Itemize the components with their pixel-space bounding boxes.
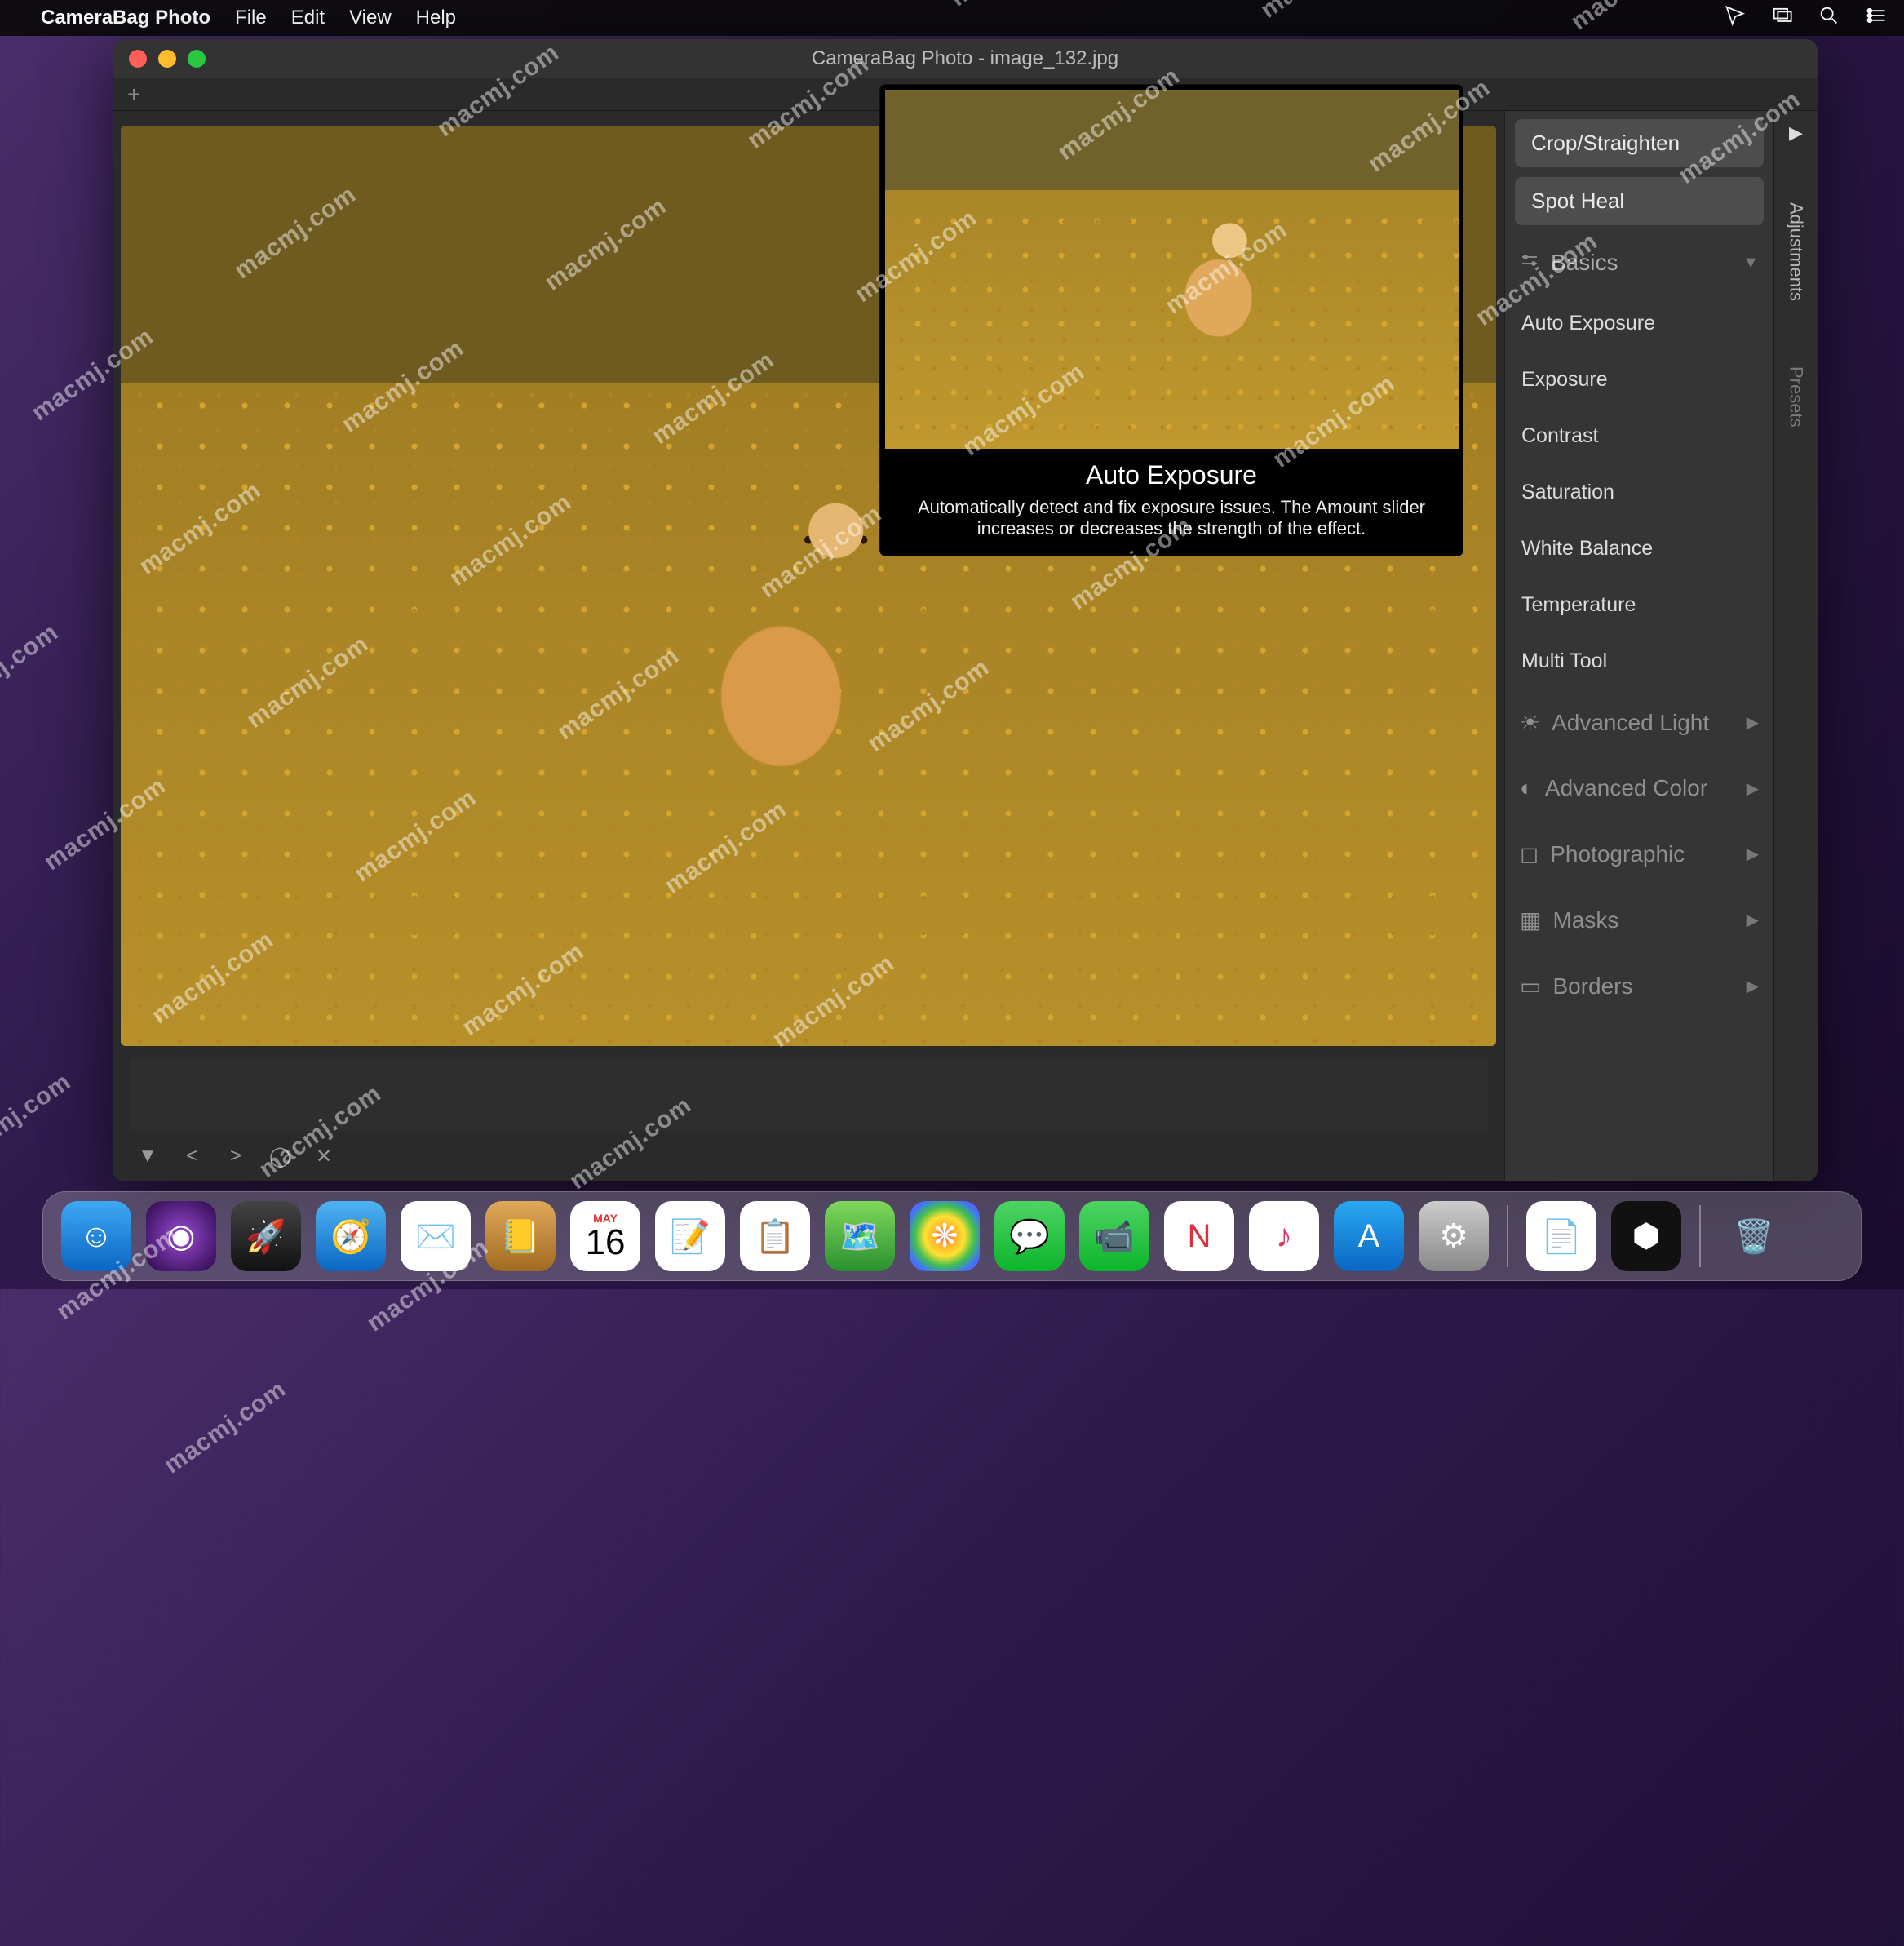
adjustment-saturation[interactable]: Saturation: [1515, 469, 1764, 516]
macos-dock: ☺ ◉ 🚀 🧭 ✉️ 📒 MAY 16 📝 📋 🗺️ ❋ 💬 📹 N ♪ A ⚙…: [42, 1191, 1862, 1281]
dock-music-icon[interactable]: ♪: [1249, 1201, 1319, 1271]
next-button[interactable]: >: [225, 1145, 246, 1168]
dock-maps-icon[interactable]: 🗺️: [825, 1201, 895, 1271]
calendar-day: 16: [586, 1225, 626, 1261]
collapse-panel-icon[interactable]: ▶: [1789, 122, 1803, 144]
dock-messages-icon[interactable]: 💬: [994, 1201, 1065, 1271]
dock-photos-icon[interactable]: ❋: [910, 1201, 980, 1271]
section-advanced-color-label: Advanced Color: [1545, 775, 1707, 801]
menu-edit[interactable]: Edit: [291, 7, 325, 29]
section-borders-label: Borders: [1552, 973, 1632, 1000]
dock-finder-icon[interactable]: ☺: [61, 1201, 131, 1271]
add-tab-button[interactable]: +: [127, 83, 140, 106]
menu-help[interactable]: Help: [416, 7, 456, 29]
window-zoom-button[interactable]: [188, 50, 206, 68]
adjustment-white-balance[interactable]: White Balance: [1515, 525, 1764, 572]
chevron-down-icon: ▼: [1742, 254, 1759, 273]
dock-notes-icon[interactable]: 📝: [655, 1201, 725, 1271]
close-button[interactable]: ✕: [313, 1145, 334, 1168]
sun-icon: ☀: [1520, 709, 1540, 736]
section-photographic-label: Photographic: [1550, 841, 1685, 867]
dock-camerabag-icon[interactable]: ⬢: [1611, 1201, 1681, 1271]
menu-view[interactable]: View: [349, 7, 392, 29]
display-icon[interactable]: [1770, 4, 1793, 33]
spot-heal-button[interactable]: Spot Heal: [1515, 177, 1764, 225]
window-title: CameraBag Photo - image_132.jpg: [113, 47, 1818, 70]
section-photographic[interactable]: ◻ Photographic ▶: [1515, 826, 1764, 882]
menu-file[interactable]: File: [235, 7, 267, 29]
window-minimize-button[interactable]: [158, 50, 176, 68]
borders-icon: ▭: [1520, 973, 1541, 1000]
app-window: CameraBag Photo - image_132.jpg + ▼ < > …: [113, 39, 1818, 1181]
adjustment-tooltip: Auto Exposure Automatically detect and f…: [879, 84, 1463, 556]
adjustment-timeline[interactable]: [129, 1057, 1488, 1131]
dock-launchpad-icon[interactable]: 🚀: [231, 1201, 301, 1271]
dock-calendar-icon[interactable]: MAY 16: [570, 1201, 640, 1271]
prev-button[interactable]: <: [181, 1145, 202, 1168]
section-advanced-color[interactable]: ◐ Advanced Color ▶: [1515, 760, 1764, 816]
adjustment-multi-tool[interactable]: Multi Tool: [1515, 638, 1764, 685]
dock-news-icon[interactable]: N: [1164, 1201, 1234, 1271]
adjustment-auto-exposure[interactable]: Auto Exposure: [1515, 300, 1764, 347]
tooltip-description: Automatically detect and fix exposure is…: [885, 490, 1458, 543]
cursor-icon[interactable]: [1723, 4, 1746, 33]
masks-icon: ▦: [1520, 907, 1541, 933]
dock-appstore-icon[interactable]: A: [1334, 1201, 1404, 1271]
crop-straighten-button[interactable]: Crop/Straighten: [1515, 119, 1764, 167]
dock-settings-icon[interactable]: ⚙: [1419, 1201, 1489, 1271]
sliders-icon: [1520, 250, 1539, 276]
adjustments-panel: Crop/Straighten Spot Heal Basics ▼ Auto …: [1504, 111, 1773, 1181]
dock-contacts-icon[interactable]: 📒: [485, 1201, 556, 1271]
section-advanced-light-label: Advanced Light: [1552, 710, 1709, 736]
chevron-right-icon: ▶: [1747, 712, 1759, 733]
spotlight-search-icon[interactable]: [1818, 4, 1840, 33]
camera-icon: ◻: [1520, 840, 1539, 867]
section-basics-label: Basics: [1551, 250, 1618, 276]
dock-separator: [1699, 1205, 1701, 1267]
right-rail: ▶ Adjustments Presets: [1773, 111, 1818, 1181]
chevron-right-icon: ▶: [1747, 778, 1759, 799]
dock-siri-icon[interactable]: ◉: [146, 1201, 216, 1271]
dock-reminders-icon[interactable]: 📋: [740, 1201, 810, 1271]
dock-safari-icon[interactable]: 🧭: [316, 1201, 386, 1271]
section-masks-label: Masks: [1552, 907, 1618, 933]
adjustment-temperature[interactable]: Temperature: [1515, 582, 1764, 628]
dropdown-toggle-icon[interactable]: ▼: [137, 1145, 158, 1168]
dock-textedit-icon[interactable]: 📄: [1526, 1201, 1596, 1271]
section-borders[interactable]: ▭ Borders ▶: [1515, 958, 1764, 1014]
palette-icon: ◐: [1520, 775, 1534, 801]
dock-trash-icon[interactable]: 🗑️: [1719, 1201, 1789, 1271]
section-basics[interactable]: Basics ▼: [1515, 235, 1764, 290]
titlebar[interactable]: CameraBag Photo - image_132.jpg: [113, 39, 1818, 78]
chevron-right-icon: ▶: [1747, 976, 1759, 996]
macos-menubar: CameraBag Photo File Edit View Help: [0, 0, 1904, 36]
bottom-controls: ▼ < > ◯ ✕: [113, 1131, 1504, 1181]
section-masks[interactable]: ▦ Masks ▶: [1515, 892, 1764, 948]
tooltip-preview-image: [885, 90, 1459, 449]
dock-facetime-icon[interactable]: 📹: [1079, 1201, 1149, 1271]
rail-tab-adjustments[interactable]: Adjustments: [1786, 196, 1807, 308]
adjustment-exposure[interactable]: Exposure: [1515, 357, 1764, 403]
control-center-icon[interactable]: [1865, 4, 1888, 33]
toggle-button[interactable]: ◯: [269, 1145, 290, 1168]
tooltip-title: Auto Exposure: [885, 460, 1458, 490]
rail-tab-presets[interactable]: Presets: [1786, 360, 1807, 434]
adjustment-contrast[interactable]: Contrast: [1515, 413, 1764, 459]
section-advanced-light[interactable]: ☀ Advanced Light ▶: [1515, 694, 1764, 751]
dock-separator: [1507, 1205, 1508, 1267]
window-close-button[interactable]: [129, 50, 147, 68]
dock-mail-icon[interactable]: ✉️: [401, 1201, 471, 1271]
chevron-right-icon: ▶: [1747, 910, 1759, 930]
chevron-right-icon: ▶: [1747, 844, 1759, 864]
app-menu[interactable]: CameraBag Photo: [41, 7, 210, 29]
